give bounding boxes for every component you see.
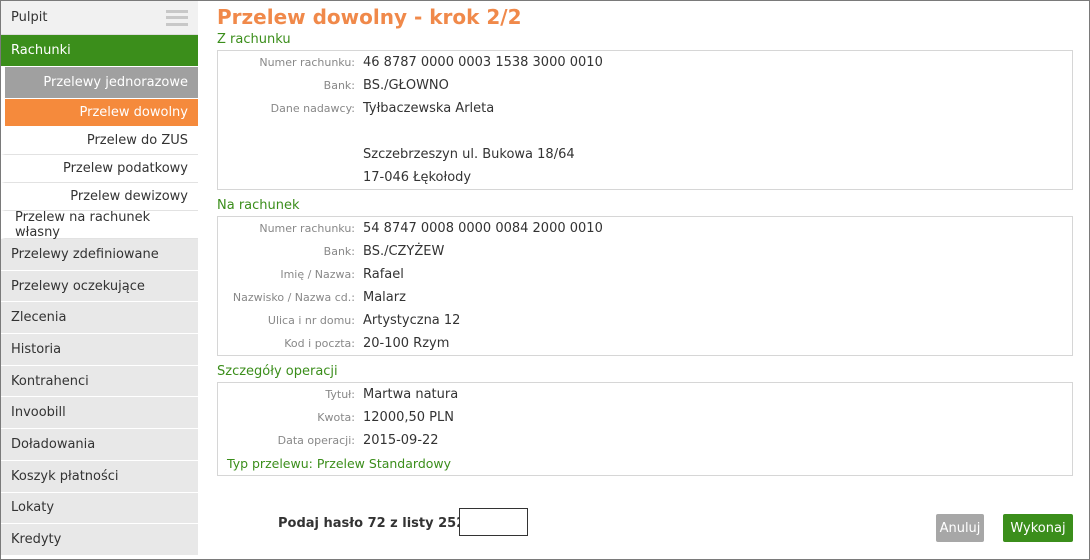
form-footer: Podaj hasło 72 z listy 252: Anuluj Wykon…: [217, 508, 1075, 544]
details-box: Tytuł: Martwa natura Kwota: 12000,50 PLN…: [217, 382, 1073, 476]
sidebar-item-przelewy-zdefiniowane[interactable]: Przelewy zdefiniowane: [1, 239, 198, 271]
sender-name: Tyłbaczewska Arleta: [363, 101, 495, 116]
cancel-button[interactable]: Anuluj: [936, 514, 984, 542]
field-label: Bank:: [323, 245, 355, 258]
sidebar: Pulpit Rachunki Przelewy jednorazowe Prz…: [1, 1, 198, 558]
sidebar-item-przelewy-oczekujace[interactable]: Przelewy oczekujące: [1, 270, 198, 303]
sidebar-subitem-przelew-do-zus[interactable]: Przelew do ZUS: [1, 127, 198, 155]
detail-row: Kwota: 12000,50 PLN: [218, 406, 1072, 429]
to-account-number: 54 8747 0008 0000 0084 2000 0010: [363, 221, 603, 236]
detail-row: Tytuł: Martwa natura: [218, 383, 1072, 406]
sidebar-subitem-label: Przelew dewizowy: [70, 189, 188, 204]
operation-date: 2015-09-22: [363, 433, 439, 448]
password-prompt: Podaj hasło 72 z listy 252:: [278, 516, 471, 531]
detail-row: Bank: BS./GŁOWNO: [218, 74, 1072, 97]
sidebar-item-label: Kontrahenci: [11, 373, 89, 389]
to-bank: BS./CZYŻEW: [363, 244, 445, 259]
field-label: Data operacji:: [277, 434, 355, 447]
section-title-details: Szczegóły operacji: [217, 364, 338, 379]
field-label: Kwota:: [317, 411, 355, 424]
section-title-from-account: Z rachunku: [217, 32, 291, 47]
sidebar-subitem-przelew-na-rachunek-wlasny[interactable]: Przelew na rachunek własny: [1, 209, 198, 240]
sidebar-subitem-label: Przelew na rachunek własny: [15, 209, 151, 240]
sidebar-item-label: Historia: [11, 341, 62, 357]
sidebar-item-label: Koszyk płatności: [11, 468, 119, 484]
main-content: Przelew dowolny - krok 2/2 Z rachunku Nu…: [217, 0, 1075, 476]
sidebar-item-label: Lokaty: [11, 500, 55, 516]
sidebar-item-label: Przelewy zdefiniowane: [11, 246, 159, 262]
recipient-surname: Malarz: [363, 290, 406, 305]
field-label: Bank:: [323, 79, 355, 92]
sidebar-item-historia[interactable]: Historia: [1, 334, 198, 366]
sidebar-item-zlecenia[interactable]: Zlecenia: [1, 302, 198, 335]
from-bank: BS./GŁOWNO: [363, 78, 449, 93]
sidebar-subitem-label: Przelew podatkowy: [62, 161, 188, 176]
sidebar-item-koszyk-platnosci[interactable]: Koszyk płatności: [1, 460, 198, 493]
execute-button[interactable]: Wykonaj: [1003, 514, 1073, 542]
field-label: Numer rachunku:: [259, 222, 355, 235]
detail-row: Imię / Nazwa: Rafael: [218, 263, 1072, 286]
detail-row: Numer rachunku: 54 8747 0008 0000 0084 2…: [218, 217, 1072, 240]
sidebar-item-lokaty[interactable]: Lokaty: [1, 492, 198, 525]
password-input[interactable]: [459, 508, 528, 536]
transfer-type: Typ przelewu: Przelew Standardowy: [227, 456, 452, 471]
sender-street: Szczebrzeszyn ul. Bukowa 18/64: [363, 147, 575, 162]
hamburger-menu-icon[interactable]: [166, 9, 188, 26]
page-title: Przelew dowolny - krok 2/2: [217, 5, 522, 29]
sidebar-subitem-przelew-dowolny[interactable]: Przelew dowolny: [1, 99, 198, 127]
sidebar-item-label: Invoobill: [11, 405, 66, 421]
sidebar-item-label: Kredyty: [11, 532, 62, 548]
transfer-amount: 12000,50 PLN: [363, 410, 454, 425]
detail-row: Szczebrzeszyn ul. Bukowa 18/64: [218, 143, 1072, 166]
sidebar-item-label: Rachunki: [11, 43, 71, 58]
sidebar-item-doladowania[interactable]: Doładowania: [1, 429, 198, 461]
sidebar-item-label: Doładowania: [11, 436, 96, 452]
sidebar-subitem-label: Przelew dowolny: [79, 105, 189, 120]
sidebar-subitem-przelew-podatkowy[interactable]: Przelew podatkowy: [1, 155, 198, 183]
sidebar-group-przelewy-jednorazowe[interactable]: Przelewy jednorazowe: [1, 67, 198, 99]
from-account-number: 46 8787 0000 0003 1538 3000 0010: [363, 55, 603, 70]
detail-row: Kod i poczta: 20-100 Rzym: [218, 332, 1072, 355]
recipient-name: Rafael: [363, 267, 404, 282]
sidebar-item-label: Przelewy oczekujące: [11, 278, 145, 294]
transfer-title: Martwa natura: [363, 387, 459, 402]
detail-row: Numer rachunku: 46 8787 0000 0003 1538 3…: [218, 51, 1072, 74]
field-label: Dane nadawcy:: [270, 102, 355, 115]
from-account-box: Numer rachunku: 46 8787 0000 0003 1538 3…: [217, 50, 1073, 190]
field-label: Imię / Nazwa:: [280, 268, 355, 281]
sidebar-item-label: Pulpit: [11, 10, 48, 25]
detail-row: 17-046 Łękołody: [218, 166, 1072, 189]
detail-row: Data operacji: 2015-09-22: [218, 429, 1072, 452]
field-label: Numer rachunku:: [259, 56, 355, 69]
recipient-street: Artystyczna 12: [363, 313, 461, 328]
sidebar-item-kredyty[interactable]: Kredyty: [1, 524, 198, 556]
field-label: Kod i poczta:: [284, 337, 355, 350]
to-account-box: Numer rachunku: 54 8747 0008 0000 0084 2…: [217, 216, 1073, 356]
detail-row: Dane nadawcy: Tyłbaczewska Arleta: [218, 97, 1072, 120]
sidebar-group-label: Przelewy jednorazowe: [43, 75, 188, 90]
detail-row: Ulica i nr domu: Artystyczna 12: [218, 309, 1072, 332]
sidebar-item-pulpit[interactable]: Pulpit: [1, 1, 198, 35]
sidebar-subitem-label: Przelew do ZUS: [86, 133, 188, 148]
sidebar-item-label: Zlecenia: [11, 310, 67, 326]
recipient-postal: 20-100 Rzym: [363, 336, 450, 351]
detail-row: Bank: BS./CZYŻEW: [218, 240, 1072, 263]
sidebar-subitem-przelew-dewizowy[interactable]: Przelew dewizowy: [1, 183, 198, 211]
field-label: Tytuł:: [325, 388, 355, 401]
sidebar-item-rachunki[interactable]: Rachunki: [1, 35, 198, 67]
field-label: Ulica i nr domu:: [267, 314, 355, 327]
field-label: Nazwisko / Nazwa cd.:: [232, 291, 355, 304]
sidebar-item-invoobill[interactable]: Invoobill: [1, 397, 198, 430]
sender-city: 17-046 Łękołody: [363, 170, 472, 185]
section-title-to-account: Na rachunek: [217, 198, 300, 213]
sidebar-item-kontrahenci[interactable]: Kontrahenci: [1, 365, 198, 398]
detail-row: Nazwisko / Nazwa cd.: Malarz: [218, 286, 1072, 309]
